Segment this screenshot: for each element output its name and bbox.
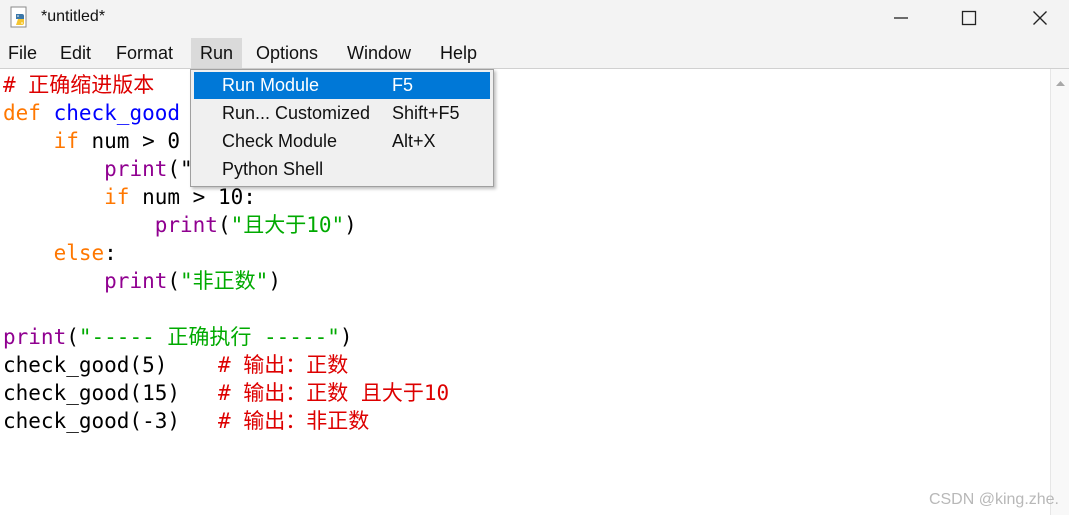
code-comment: # 输出：非正数: [217, 409, 370, 433]
run-menu-dropdown: Run Module F5 Run... Customized Shift+F5…: [190, 69, 494, 187]
code-comment: # 正确缩进版本: [3, 73, 155, 97]
code-text-span: ): [339, 325, 353, 349]
menu-options[interactable]: Options: [248, 38, 326, 68]
code-text-span: check_good(15): [3, 381, 218, 405]
code-keyword: if: [104, 185, 130, 209]
code-builtin: print: [3, 325, 67, 349]
code-text-span: (: [66, 325, 79, 349]
menu-item-run-customized[interactable]: Run... Customized Shift+F5: [194, 100, 490, 127]
code-string: "且大于10": [230, 213, 345, 237]
code-text-span: ): [344, 213, 357, 237]
code-keyword: if: [53, 129, 79, 153]
title-bar: *untitled*: [0, 0, 1069, 38]
menu-edit[interactable]: Edit: [52, 38, 99, 68]
scroll-up-arrow-icon[interactable]: [1051, 73, 1069, 93]
code-builtin: print: [104, 269, 168, 293]
code-function-name: check_good: [53, 101, 181, 125]
menu-item-label: Run... Customized: [222, 103, 371, 123]
close-button[interactable]: [1015, 0, 1065, 36]
code-text-span: num > 10:: [129, 185, 256, 209]
code-comment: # 输出：正数: [217, 353, 349, 377]
vertical-scrollbar[interactable]: [1050, 69, 1069, 515]
menu-item-python-shell[interactable]: Python Shell: [194, 156, 490, 183]
code-keyword: else: [53, 241, 105, 265]
code-builtin: print: [104, 157, 168, 181]
menu-file[interactable]: File: [0, 38, 45, 68]
menu-item-shortcut: F5: [392, 75, 414, 95]
code-text-span: num > 0: [78, 129, 181, 153]
minimize-button[interactable]: [876, 0, 926, 36]
watermark-text: CSDN @king.zhe.: [928, 491, 1059, 508]
minimize-icon: [894, 17, 908, 19]
code-text-span: :: [104, 241, 117, 265]
maximize-button[interactable]: [944, 0, 994, 36]
menu-item-run-module[interactable]: Run Module F5: [194, 72, 490, 99]
code-string: "----- 正确执行 -----": [78, 325, 340, 349]
menu-item-label: Python Shell: [222, 159, 324, 179]
menu-item-check-module[interactable]: Check Module Alt+X: [194, 128, 490, 155]
menu-help[interactable]: Help: [432, 38, 485, 68]
menu-window[interactable]: Window: [339, 38, 419, 68]
code-text-span: check_good(-3): [3, 409, 218, 433]
code-text-span: ): [268, 269, 281, 293]
python-idle-icon: [10, 6, 27, 28]
code-text-span: (: [167, 269, 181, 293]
code-comment: # 输出：正数 且大于10: [217, 381, 450, 405]
code-text-span: (: [217, 213, 231, 237]
code-text-span: (": [167, 157, 193, 181]
menu-run[interactable]: Run: [191, 38, 243, 68]
code-text-span: check_good(5): [3, 353, 218, 377]
menu-item-label: Run Module: [222, 75, 320, 95]
menu-item-label: Check Module: [222, 131, 338, 151]
close-icon: [1033, 11, 1047, 25]
code-editor[interactable]: # 正确缩进版本 def check_good if num > 0 print…: [0, 69, 1050, 515]
code-string: "非正数": [180, 269, 269, 293]
window-title: *untitled*: [41, 8, 106, 25]
menu-item-shortcut: Shift+F5: [392, 103, 460, 123]
menu-bar: File Edit Format Run Options Window Help: [0, 38, 1069, 69]
code-keyword: def: [3, 101, 41, 125]
maximize-icon: [961, 10, 977, 26]
menu-format[interactable]: Format: [108, 38, 181, 68]
code-builtin: print: [154, 213, 218, 237]
menu-item-shortcut: Alt+X: [392, 131, 436, 151]
